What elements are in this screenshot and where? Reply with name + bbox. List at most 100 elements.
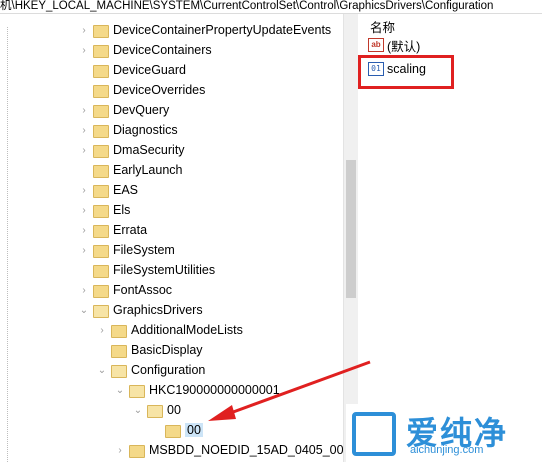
tree-item-label: EAS [113, 183, 139, 197]
chevron-right-icon[interactable]: › [78, 40, 90, 60]
folder-icon [93, 164, 109, 178]
tree-item[interactable]: ⌄ Configuration [96, 360, 205, 380]
chevron-right-icon[interactable]: › [78, 200, 90, 220]
value-row-default[interactable]: ab (默认) [368, 35, 420, 55]
folder-icon [93, 224, 109, 238]
tree-item[interactable]: › AdditionalModeLists [96, 320, 243, 340]
chevron-down-icon[interactable]: ⌄ [114, 380, 126, 400]
tree-item-label: HKC190000000000001 [149, 383, 280, 397]
tree-item[interactable]: › Errata [78, 220, 147, 240]
folder-icon [129, 384, 145, 398]
tree-item-label: GraphicsDrivers [113, 303, 203, 317]
folder-icon [93, 304, 109, 318]
tree-item[interactable]: ⌄ GraphicsDrivers [78, 300, 203, 320]
folder-icon [165, 424, 181, 438]
tree-item-label: 00 [185, 423, 203, 437]
tree-item[interactable]: 00 [150, 420, 203, 440]
tree-item-label: DeviceContainers [113, 43, 212, 57]
chevron-down-icon[interactable]: ⌄ [78, 300, 90, 320]
chevron-right-icon[interactable]: › [78, 240, 90, 260]
tree-scrollbar[interactable] [343, 14, 359, 462]
tree-item[interactable]: ⌄ HKC190000000000001 [114, 380, 280, 400]
chevron-right-icon[interactable]: › [78, 140, 90, 160]
chevron-right-icon[interactable]: › [114, 440, 126, 460]
tree-item[interactable]: › DeviceContainers [78, 40, 212, 60]
chevron-right-icon[interactable]: › [78, 120, 90, 140]
tree-item[interactable]: ⌄ 00 [132, 400, 181, 420]
chevron-right-icon[interactable]: › [78, 220, 90, 240]
chevron-down-icon[interactable]: ⌄ [132, 400, 144, 420]
red-highlight-box [358, 55, 454, 89]
folder-icon [93, 204, 109, 218]
tree-item[interactable]: › DmaSecurity [78, 140, 185, 160]
chevron-right-icon[interactable]: › [78, 20, 90, 40]
tree-item-label: Els [113, 203, 131, 217]
folder-icon [93, 184, 109, 198]
column-header-name[interactable]: 名称 [370, 17, 395, 36]
folder-icon [111, 364, 127, 378]
tree-item-label: Errata [113, 223, 148, 237]
folder-icon [93, 284, 109, 298]
tree-item[interactable]: › MSBDD_NOEDID_15AD_0405_000 [114, 440, 343, 460]
tree-item-label: FontAssoc [113, 283, 173, 297]
tree-item[interactable]: DeviceGuard [78, 60, 186, 80]
watermark: 爱纯净 aichunjing.com [346, 404, 542, 462]
tree-item-label: MSBDD_NOEDID_15AD_0405_000 [149, 443, 343, 457]
tree-item-label: FileSystemUtilities [113, 263, 216, 277]
folder-icon [93, 64, 109, 78]
tree-item-label: BasicDisplay [131, 343, 203, 357]
folder-icon [93, 104, 109, 118]
watermark-logo-icon [352, 412, 396, 456]
tree-item[interactable]: EarlyLaunch [78, 160, 183, 180]
tree-item-label: DeviceGuard [113, 63, 186, 77]
folder-icon [93, 84, 109, 98]
tree-item-label: EarlyLaunch [113, 163, 183, 177]
values-panel: 名称 ab (默认) 01 scaling [358, 14, 542, 462]
folder-icon [129, 444, 145, 458]
address-bar[interactable]: 机\HKEY_LOCAL_MACHINE\SYSTEM\CurrentContr… [0, 0, 542, 14]
tree-item-label: DeviceOverrides [113, 83, 206, 97]
folder-icon [93, 124, 109, 138]
folder-icon [93, 244, 109, 258]
folder-icon [93, 144, 109, 158]
tree-item-label: Diagnostics [113, 123, 178, 137]
tree-item[interactable]: DeviceOverrides [78, 80, 205, 100]
folder-icon [93, 264, 109, 278]
chevron-down-icon[interactable]: ⌄ [96, 360, 108, 380]
chevron-right-icon[interactable]: › [96, 320, 108, 340]
tree-item[interactable]: › DeviceContainerPropertyUpdateEvents [78, 20, 331, 40]
folder-icon [111, 324, 127, 338]
tree-item[interactable]: › EAS [78, 180, 138, 200]
string-value-icon: ab [368, 38, 384, 52]
tree-item-label: DevQuery [113, 103, 170, 117]
tree-item[interactable]: › Els [78, 200, 130, 220]
value-name: (默认) [387, 39, 421, 54]
tree-item[interactable]: › Diagnostics [78, 120, 178, 140]
chevron-right-icon[interactable]: › [78, 180, 90, 200]
tree-item-label: DmaSecurity [113, 143, 185, 157]
folder-icon [147, 404, 163, 418]
tree-item[interactable]: FileSystemUtilities [78, 260, 215, 280]
tree-item-label: AdditionalModeLists [131, 323, 243, 337]
tree-item[interactable]: › FontAssoc [78, 280, 172, 300]
tree-item-label: Configuration [131, 363, 206, 377]
folder-icon [93, 24, 109, 38]
tree-guide-line [7, 27, 8, 462]
folder-icon [93, 44, 109, 58]
registry-tree: › DeviceContainerPropertyUpdateEvents › Dev… [0, 14, 343, 462]
folder-icon [111, 344, 127, 358]
tree-item[interactable]: BasicDisplay [96, 340, 203, 360]
tree-item-label: FileSystem [113, 243, 175, 257]
tree-item-label: 00 [167, 403, 181, 417]
tree-item-label: DeviceContainerPropertyUpdateEvents [113, 23, 332, 37]
chevron-right-icon[interactable]: › [78, 100, 90, 120]
scrollbar-thumb[interactable] [346, 160, 356, 298]
chevron-right-icon[interactable]: › [78, 280, 90, 300]
tree-item[interactable]: › DevQuery [78, 100, 169, 120]
tree-item[interactable]: › FileSystem [78, 240, 175, 260]
